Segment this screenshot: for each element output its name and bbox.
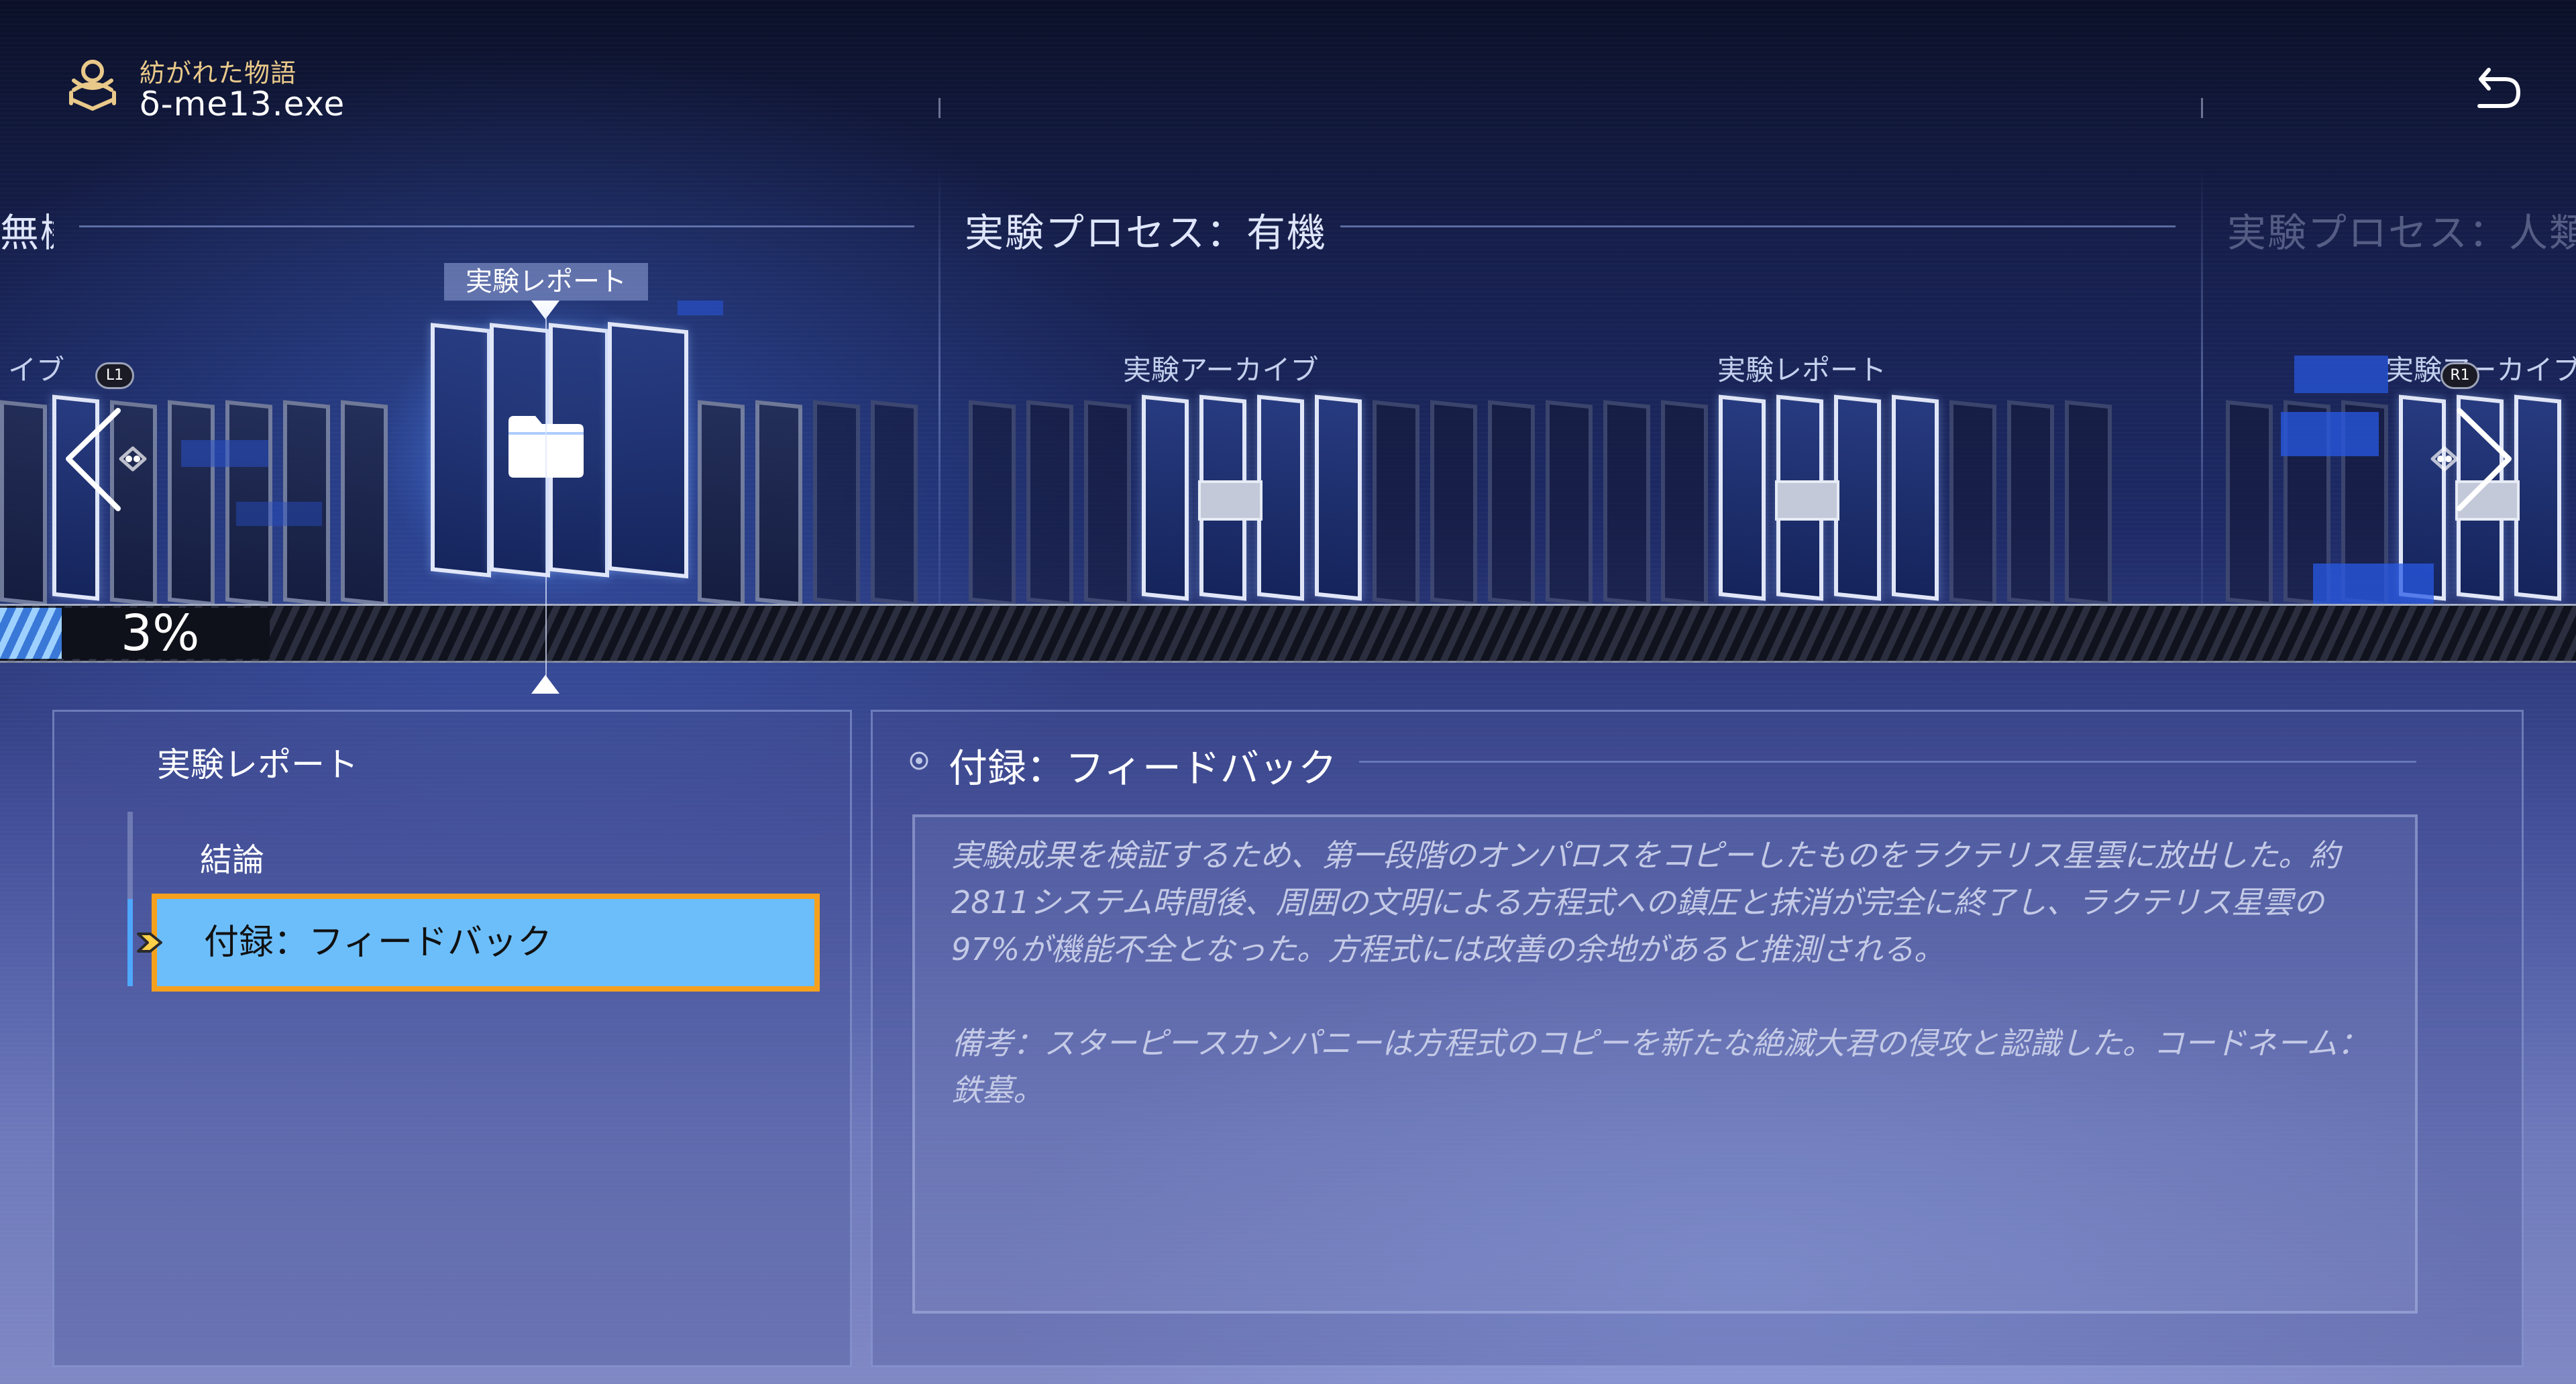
list-scroll-thumb[interactable] [127,899,133,986]
node-label-organic-archive[interactable]: 実験アーカイブ [1123,348,1318,388]
glitch-block [2294,356,2388,393]
timeline-panel [1661,400,1708,606]
timeline-panel [341,400,388,606]
glitch-block [2281,412,2379,456]
document-tab [1775,480,1839,521]
timeline-panel [168,400,215,606]
timeline-panel[interactable] [1719,394,1766,601]
timeline-panel[interactable] [1892,394,1939,601]
document-tab [1198,480,1263,521]
timeline-panel [2065,400,2112,606]
timeline-panel[interactable] [1257,394,1304,601]
section-line [79,225,914,227]
glitch-block [181,440,268,467]
timeline-panel [969,400,1016,606]
chevron-right-icon[interactable] [2427,407,2516,513]
timeline-panel [1949,400,1996,606]
progress-fill [0,608,62,659]
chevron-left-icon[interactable] [62,407,150,513]
glitch-block [678,301,723,315]
section-title-inorganic: 無機 [0,210,54,256]
timeline-panel [1373,400,1419,606]
back-arrow-icon[interactable] [2466,59,2526,119]
detail-paragraph-1: 実験成果を検証するため、第一段階のオンパロスをコピーしたものをラクテリス星雲に放… [951,837,2340,967]
timeline-panel[interactable] [1834,394,1881,601]
timeline-panel [1546,400,1593,606]
timeline-panel [698,400,745,606]
section-title-organic: 実験プロセス：有機 [965,210,1328,256]
book-knot-icon [69,60,116,111]
list-item-feedback-selected[interactable]: 付録：フィードバック [152,894,820,992]
timeline-panel [0,400,47,606]
timeline-panel [1603,400,1650,606]
node-label-left-partial: イブ [7,354,64,386]
progress-bar [0,604,2576,663]
header-tick [2201,98,2203,118]
timeline-panel [1084,400,1131,606]
pointer-arrow-icon [137,933,162,953]
glitch-block [236,502,322,526]
timeline-panel [755,400,802,606]
report-list-heading: 実験レポート [157,745,358,784]
report-list-panel [52,710,852,1367]
timeline-panel [1026,400,1073,606]
book-title: 紡がれた物語 [140,58,297,88]
glitch-block [2313,564,2434,604]
badge-l1: L1 [95,362,134,389]
detail-title: 付録：フィードバック [949,745,1337,791]
timeline-panel[interactable] [1142,394,1189,601]
timeline-panel-selected[interactable] [431,323,491,578]
timeline-panel [813,400,860,606]
triangle-marker-icon [531,675,559,694]
timeline-panel [1430,400,1477,606]
progress-percent: 3% [121,604,200,662]
detail-title-line [1359,761,2416,763]
timeline-panel [871,400,918,606]
timeline-cursor-line [545,315,547,678]
detail-paragraph-2: 備考：スターピースカンパニーは方程式のコピーを新たな絶滅大君の侵攻と認識した。コ… [951,1025,2369,1108]
node-label-human-archive[interactable]: 実験アーカイブ [2385,348,2576,388]
header-tick [938,98,941,118]
node-label-organic-report[interactable]: 実験レポート [1717,348,1886,388]
section-title-human: 実験プロセス：人類 [2227,210,2576,256]
timeline-panel[interactable] [2514,394,2561,601]
section-line [1340,225,2176,227]
timeline-panel [1488,400,1535,606]
list-item-feedback-label: 付録：フィードバック [204,922,552,963]
section-divider [2201,168,2203,604]
section-divider [938,168,941,604]
list-item-conclusion[interactable]: 結論 [200,833,264,880]
timeline-panel-selected[interactable] [608,321,688,579]
timeline-panel [2226,400,2273,606]
bullet-circle-icon [910,751,928,770]
badge-r1: R1 [2440,362,2479,389]
file-name: δ-me13.exe [140,85,345,123]
timeline-panel[interactable] [1315,394,1362,601]
timeline-panel [2007,400,2054,606]
